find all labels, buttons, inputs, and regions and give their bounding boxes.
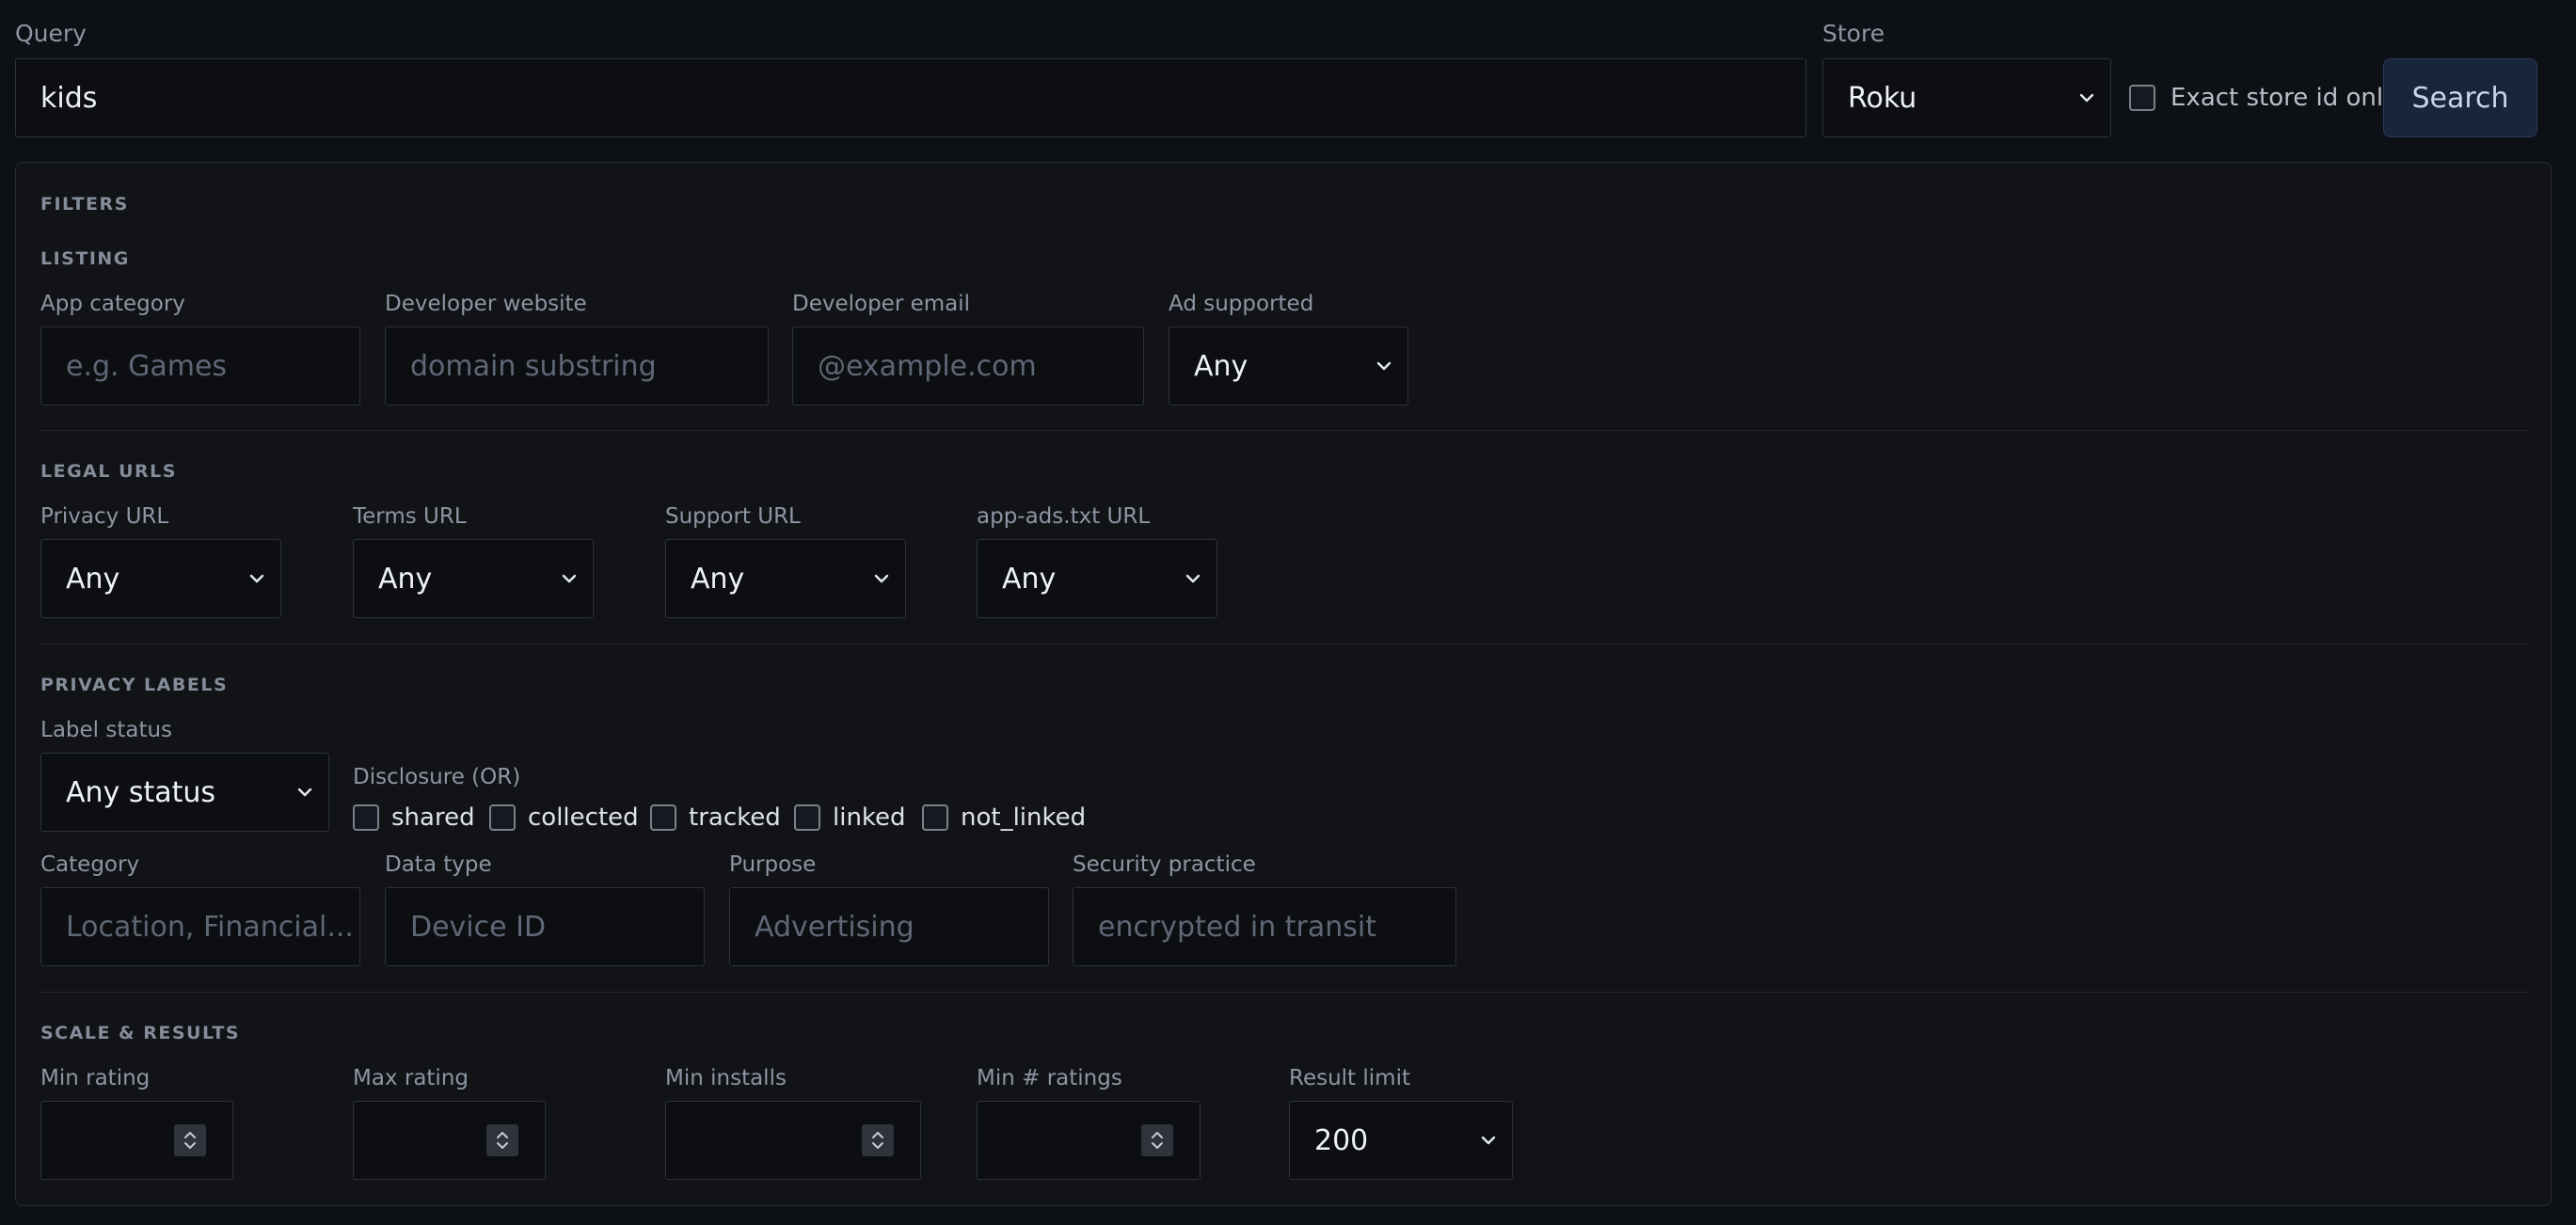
purpose-label: Purpose	[729, 852, 817, 877]
terms-url-value: Any	[378, 562, 433, 596]
developer-website-label: Developer website	[385, 292, 587, 316]
developer-website-input[interactable]: domain substring	[385, 326, 769, 406]
store-select[interactable]: Roku	[1822, 58, 2111, 137]
exact-store-id-label: Exact store id only	[2171, 84, 2398, 112]
ad-supported-label: Ad supported	[1169, 292, 1314, 316]
query-label: Query	[15, 20, 87, 47]
chevron-down-icon	[297, 788, 312, 797]
app-ads-url-select[interactable]: Any	[977, 539, 1217, 618]
disclosure-shared-label: shared	[391, 803, 475, 832]
section-divider	[40, 992, 2528, 993]
data-type-input[interactable]: Device ID	[385, 887, 705, 966]
support-url-select[interactable]: Any	[665, 539, 906, 618]
min-ratings-count-input[interactable]	[977, 1101, 1201, 1180]
disclosure-label: Disclosure (OR)	[353, 765, 521, 789]
stepper-icon[interactable]	[486, 1124, 518, 1156]
stepper-icon[interactable]	[174, 1124, 206, 1156]
security-practice-label: Security practice	[1073, 852, 1256, 877]
stepper-icon[interactable]	[862, 1124, 894, 1156]
scale-results-section-title: SCALE & RESULTS	[40, 1023, 241, 1043]
disclosure-tracked-checkbox[interactable]	[650, 804, 676, 831]
app-ads-url-label: app-ads.txt URL	[977, 504, 1151, 529]
label-status-value: Any status	[66, 775, 216, 809]
max-rating-label: Max rating	[353, 1066, 469, 1090]
disclosure-linked-label: linked	[833, 803, 906, 832]
max-rating-input[interactable]	[353, 1101, 546, 1180]
support-url-label: Support URL	[665, 504, 801, 529]
privacy-url-value: Any	[66, 562, 120, 596]
privacy-labels-section-title: PRIVACY LABELS	[40, 675, 229, 695]
app-category-label: App category	[40, 292, 185, 316]
min-installs-label: Min installs	[665, 1066, 787, 1090]
developer-email-input[interactable]: @example.com	[792, 326, 1144, 406]
privacy-category-label: Category	[40, 852, 140, 877]
store-label: Store	[1822, 20, 1885, 47]
chevron-down-icon	[2079, 93, 2094, 103]
chevron-down-icon	[1376, 361, 1391, 371]
app-category-input[interactable]: e.g. Games	[40, 326, 360, 406]
support-url-value: Any	[691, 562, 745, 596]
disclosure-collected-checkbox[interactable]	[489, 804, 516, 831]
result-limit-label: Result limit	[1289, 1066, 1410, 1090]
disclosure-not-linked-label: not_linked	[961, 803, 1087, 832]
disclosure-linked-checkbox[interactable]	[794, 804, 820, 831]
terms-url-label: Terms URL	[353, 504, 467, 529]
chevron-down-icon	[249, 574, 264, 583]
chevron-down-icon	[562, 574, 577, 583]
disclosure-shared-checkbox[interactable]	[353, 804, 379, 831]
chevron-down-icon	[1185, 574, 1201, 583]
privacy-url-select[interactable]: Any	[40, 539, 281, 618]
chevron-down-icon	[874, 574, 889, 583]
query-input[interactable]: kids	[15, 58, 1806, 137]
search-button[interactable]: Search	[2383, 58, 2537, 137]
min-rating-input[interactable]	[40, 1101, 233, 1180]
ad-supported-value: Any	[1194, 349, 1248, 383]
app-ads-url-value: Any	[1002, 562, 1057, 596]
terms-url-select[interactable]: Any	[353, 539, 594, 618]
store-select-value: Roku	[1848, 81, 1917, 115]
min-installs-input[interactable]	[665, 1101, 921, 1180]
legal-urls-section-title: LEGAL URLS	[40, 461, 177, 482]
label-status-label: Label status	[40, 718, 173, 742]
min-rating-label: Min rating	[40, 1066, 151, 1090]
listing-section-title: LISTING	[40, 248, 130, 269]
security-practice-input[interactable]: encrypted in transit	[1073, 887, 1456, 966]
privacy-category-input[interactable]: Location, Financial...	[40, 887, 360, 966]
result-limit-value: 200	[1314, 1123, 1369, 1157]
min-ratings-count-label: Min # ratings	[977, 1066, 1122, 1090]
data-type-label: Data type	[385, 852, 492, 877]
chevron-down-icon	[1481, 1136, 1496, 1145]
result-limit-select[interactable]: 200	[1289, 1101, 1513, 1180]
disclosure-tracked-label: tracked	[689, 803, 781, 832]
label-status-select[interactable]: Any status	[40, 753, 329, 832]
ad-supported-select[interactable]: Any	[1169, 326, 1408, 406]
privacy-url-label: Privacy URL	[40, 504, 169, 529]
developer-email-label: Developer email	[792, 292, 971, 316]
section-divider	[40, 430, 2528, 431]
filters-title: FILTERS	[40, 194, 129, 215]
filters-panel	[15, 162, 2552, 1206]
purpose-input[interactable]: Advertising	[729, 887, 1049, 966]
disclosure-not-linked-checkbox[interactable]	[922, 804, 948, 831]
disclosure-collected-label: collected	[528, 803, 639, 832]
stepper-icon[interactable]	[1141, 1124, 1173, 1156]
exact-store-id-checkbox[interactable]	[2129, 85, 2155, 111]
